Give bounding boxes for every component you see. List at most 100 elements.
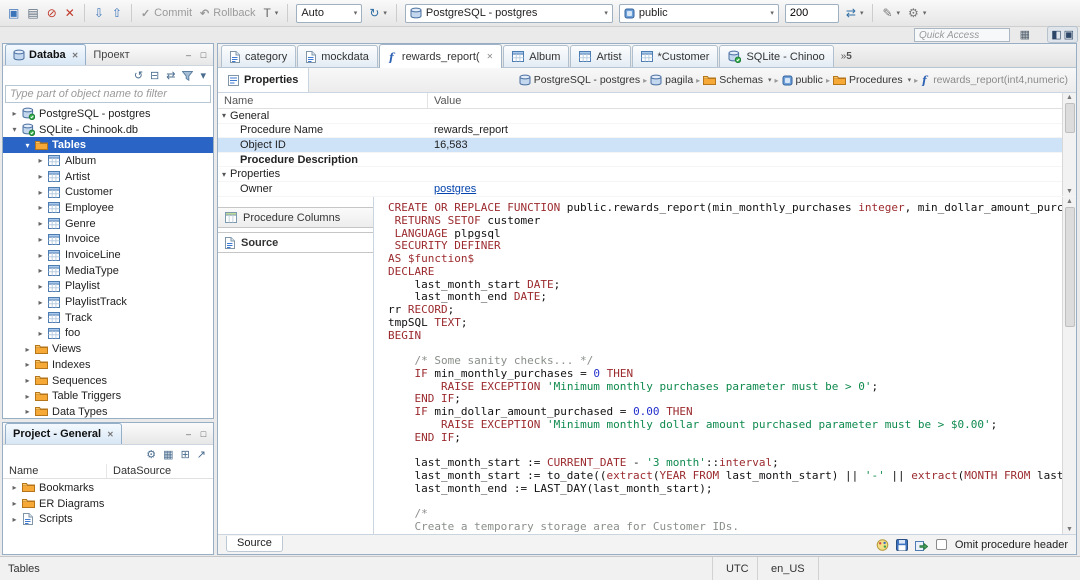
chevron-right-icon[interactable]: ▸ — [35, 156, 46, 165]
grid-row-procedure-description[interactable]: Procedure Description — [218, 153, 1076, 168]
tree-item-customer[interactable]: ▸ Customer — [3, 184, 213, 200]
tree-item-album[interactable]: ▸ Album — [3, 153, 213, 169]
filter-icon[interactable] — [182, 70, 194, 81]
edit-icon[interactable]: ✎ ▾ — [879, 4, 903, 22]
tree-item-views[interactable]: ▸ Views — [3, 341, 213, 357]
view-menu-icon[interactable]: ▾ — [200, 69, 206, 82]
chevron-right-icon[interactable]: ▸ — [35, 266, 46, 275]
tree-item-invoiceline[interactable]: ▸ InvoiceLine — [3, 247, 213, 263]
minimize-icon[interactable]: – — [183, 50, 194, 60]
tree-item-sequences[interactable]: ▸ Sequences — [3, 373, 213, 389]
chevron-right-icon[interactable]: ▸ — [22, 376, 33, 385]
chevron-down-icon[interactable]: ▾ — [222, 170, 226, 179]
tab-overflow[interactable]: »5 — [841, 51, 852, 62]
column-datasource[interactable]: DataSource — [107, 465, 171, 477]
settings-icon[interactable]: ⚙ ▾ — [905, 4, 929, 22]
active-datasource-combo[interactable]: PostgreSQL - postgres ▾ — [404, 3, 613, 23]
chevron-right-icon[interactable]: ▸ — [22, 407, 33, 416]
grid-row-general[interactable]: ▾ General — [218, 109, 1076, 124]
tree-item-postgresql-postgres[interactable]: ▸ PostgreSQL - postgres — [3, 106, 213, 122]
pin-tab-icon[interactable]: ⇩ — [91, 4, 107, 22]
export-icon[interactable] — [914, 539, 928, 551]
collapse-all-icon[interactable]: ⊟ — [150, 69, 159, 82]
chevron-right-icon[interactable]: ▸ — [35, 188, 46, 197]
breadcrumb-item-schemas[interactable]: Schemas ▾ — [703, 74, 771, 86]
editor-tab-album[interactable]: Album — [503, 45, 570, 67]
source-code[interactable]: CREATE OR REPLACE FUNCTION public.reward… — [374, 197, 1062, 534]
settings-icon[interactable]: ⚙ — [146, 448, 156, 461]
grid-scrollbar[interactable]: ▲ ▼ — [1062, 93, 1076, 196]
editor-tab-category[interactable]: category — [221, 45, 297, 67]
maximize-icon[interactable]: □ — [198, 429, 209, 439]
tab-проект[interactable]: Проект — [86, 44, 136, 65]
object-filter-input[interactable] — [5, 85, 211, 103]
grid-column-name[interactable]: Name — [218, 93, 428, 108]
tree-item-genre[interactable]: ▸ Genre — [3, 216, 213, 232]
source-scrollbar[interactable]: ▲ ▼ — [1062, 197, 1076, 534]
open-declaration-icon[interactable]: ⇧ — [109, 4, 125, 22]
chevron-down-icon[interactable]: ▾ — [22, 141, 33, 150]
transaction-log-icon[interactable]: T ▾ — [260, 4, 281, 22]
tree-item-mediatype[interactable]: ▸ MediaType — [3, 263, 213, 279]
chevron-right-icon[interactable]: ▸ — [9, 483, 20, 492]
abort-icon[interactable]: ✕ — [62, 4, 78, 22]
palette-icon[interactable] — [876, 538, 889, 551]
omit-header-checkbox[interactable] — [935, 539, 947, 550]
chevron-right-icon[interactable]: ▸ — [35, 203, 46, 212]
close-icon[interactable]: ✕ — [107, 430, 114, 439]
grid-row-properties[interactable]: ▾ Properties — [218, 167, 1076, 182]
breadcrumb-item-pagila[interactable]: pagila — [650, 74, 693, 86]
tree-item-foo[interactable]: ▸ foo — [3, 326, 213, 342]
chevron-right-icon[interactable]: ▸ — [35, 219, 46, 228]
tab-project-general[interactable]: Project - General ✕ — [5, 423, 122, 444]
grid-cell-value[interactable]: postgres — [428, 183, 1076, 195]
refresh-icon[interactable]: ↻ ▾ — [366, 4, 390, 22]
chevron-right-icon[interactable]: ▸ — [9, 109, 20, 118]
query-history-icon[interactable]: ⇄ ▾ — [843, 4, 867, 22]
editor-tab-sqlite-chinoo[interactable]: SQLite - Chinoo — [719, 45, 834, 67]
subtab-source[interactable]: Source — [218, 232, 373, 253]
editor-tab-artist[interactable]: Artist — [570, 45, 631, 67]
editor-tab-customer[interactable]: *Customer — [631, 45, 719, 67]
close-icon[interactable]: ✕ — [72, 51, 79, 60]
tree-item-bookmarks[interactable]: ▸ Bookmarks — [3, 480, 213, 496]
breadcrumb-item-postgresql-postgres[interactable]: PostgreSQL - postgres — [519, 74, 640, 86]
chevron-right-icon[interactable]: ▸ — [9, 499, 20, 508]
scroll-up-icon[interactable]: ▲ — [1066, 198, 1073, 205]
tree-item-indexes[interactable]: ▸ Indexes — [3, 357, 213, 373]
grid-row-procedure-name[interactable]: Procedure Name rewards_report — [218, 124, 1076, 139]
dbeaver-perspective-icon[interactable]: ◧ — [1051, 28, 1061, 41]
subtab-procedure-columns[interactable]: Procedure Columns — [218, 207, 373, 228]
editor-tab-rewards-report[interactable]: f rewards_report(✕ — [378, 44, 503, 68]
tree-item-artist[interactable]: ▸ Artist — [3, 169, 213, 185]
tree-item-table-triggers[interactable]: ▸ Table Triggers — [3, 388, 213, 404]
grid-row-owner[interactable]: Owner postgres — [218, 182, 1076, 197]
editor-tab-mockdata[interactable]: mockdata — [297, 45, 378, 67]
status-locale[interactable]: en_US — [757, 557, 819, 580]
fetch-size-input[interactable] — [784, 3, 839, 23]
scroll-down-icon[interactable]: ▼ — [1066, 188, 1073, 195]
link-icon[interactable]: ↗ — [197, 448, 206, 461]
chevron-down-icon[interactable]: ▾ — [222, 111, 226, 120]
chevron-right-icon[interactable]: ▸ — [35, 172, 46, 181]
scrollbar-thumb[interactable] — [1064, 103, 1075, 133]
new-window-icon[interactable]: ▣ — [5, 4, 22, 22]
tree-item-scripts[interactable]: ▸ Scripts — [3, 511, 213, 527]
tree-item-tables[interactable]: ▾ Tables — [3, 137, 213, 154]
commit-button[interactable]: ✓ Commit — [138, 5, 195, 22]
disconnect-icon[interactable]: ⊘ — [44, 4, 60, 22]
maximize-icon[interactable]: □ — [198, 50, 209, 60]
close-icon[interactable]: ✕ — [487, 52, 494, 61]
tree-item-er-diagrams[interactable]: ▸ ER Diagrams — [3, 496, 213, 512]
breadcrumb-item-public[interactable]: public — [782, 74, 823, 86]
transaction-mode-combo[interactable]: Auto ▾ — [296, 3, 363, 23]
link-with-editor-icon[interactable]: ⇄ — [166, 69, 175, 82]
chevron-right-icon[interactable]: ▸ — [22, 360, 33, 369]
chevron-right-icon[interactable]: ▸ — [22, 392, 33, 401]
sql-editor-icon[interactable]: ▤ — [24, 4, 41, 22]
search-views-icon[interactable]: ▦ — [1020, 27, 1030, 42]
layout-icon[interactable]: ▦ — [163, 448, 173, 461]
scroll-down-icon[interactable]: ▼ — [1066, 526, 1073, 533]
chevron-right-icon[interactable]: ▸ — [35, 251, 46, 260]
minimize-icon[interactable]: – — [183, 429, 194, 439]
